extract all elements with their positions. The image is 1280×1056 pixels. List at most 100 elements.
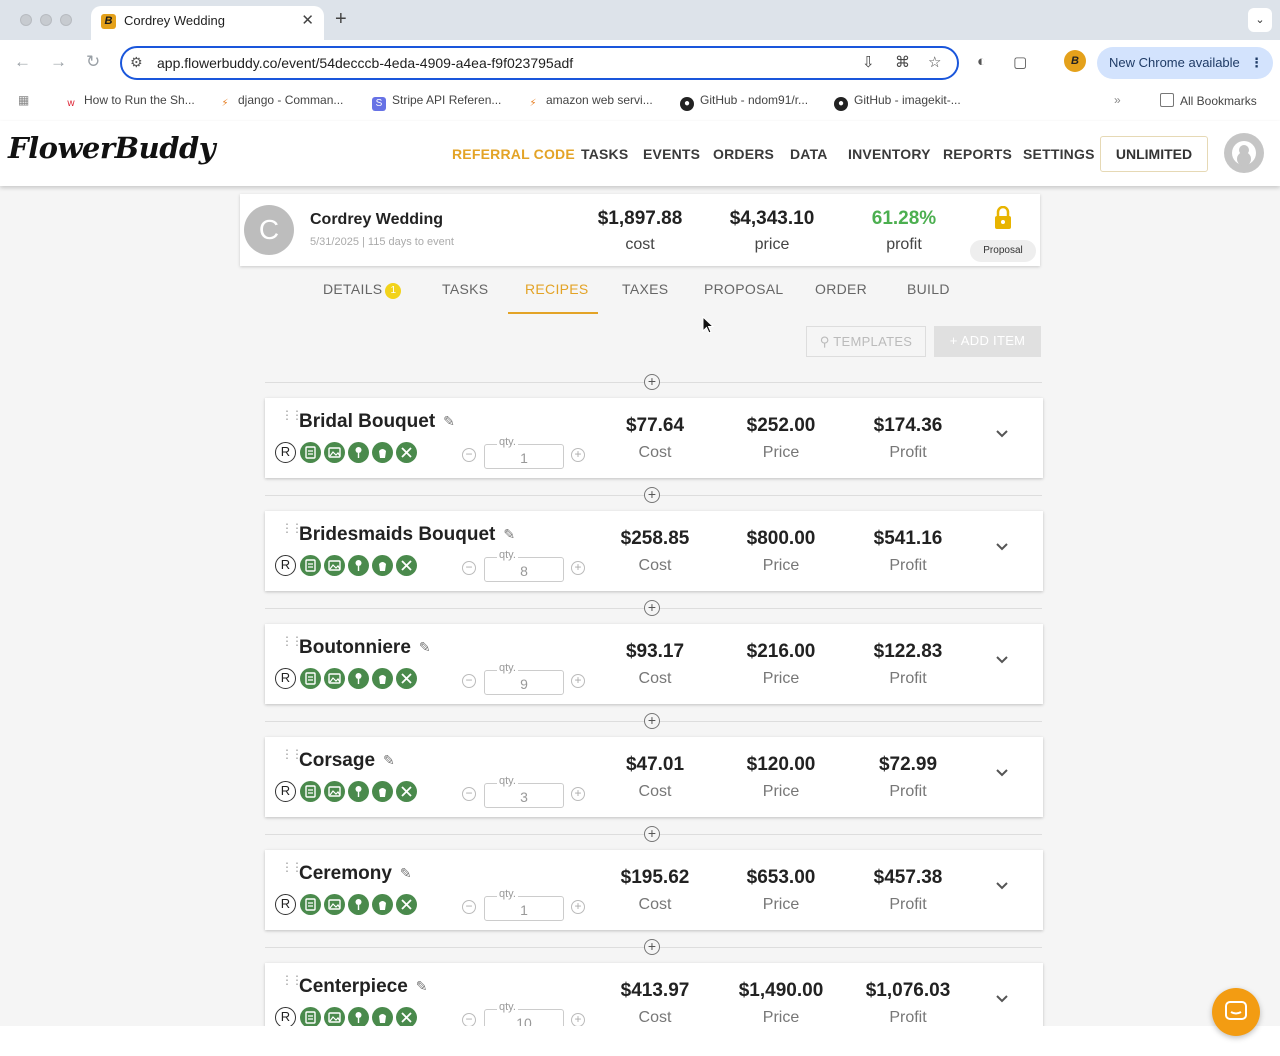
- edit-pencil-icon[interactable]: ✎: [443, 413, 455, 430]
- qty-increase-icon[interactable]: +: [571, 674, 585, 688]
- drag-handle-icon[interactable]: ⋮⋮: [281, 409, 303, 421]
- apps-grid-icon[interactable]: ▦: [18, 93, 29, 107]
- recipe-badge-icon[interactable]: R: [275, 442, 296, 463]
- bookmark-1[interactable]: w How to Run the Sh...: [64, 93, 194, 111]
- image-icon[interactable]: [324, 668, 345, 689]
- insert-item-icon[interactable]: +: [644, 826, 660, 842]
- lock-icon[interactable]: [992, 206, 1014, 230]
- list-icon[interactable]: [300, 1007, 321, 1026]
- browser-tab[interactable]: B Cordrey Wedding ✕: [91, 6, 324, 40]
- nav-orders[interactable]: ORDERS: [713, 146, 774, 162]
- qty-decrease-icon[interactable]: −: [462, 900, 476, 914]
- tab-taxes[interactable]: TAXES: [622, 281, 668, 297]
- tab-build[interactable]: BUILD: [907, 281, 950, 297]
- bookmark-4[interactable]: ⚡ amazon web servi...: [526, 93, 652, 111]
- new-tab-icon[interactable]: +: [335, 8, 347, 31]
- flower-icon[interactable]: [348, 555, 369, 576]
- qty-increase-icon[interactable]: +: [571, 787, 585, 801]
- nav-tasks[interactable]: TASKS: [581, 146, 628, 162]
- qty-increase-icon[interactable]: +: [571, 900, 585, 914]
- vase-icon[interactable]: [372, 894, 393, 915]
- qty-increase-icon[interactable]: +: [571, 561, 585, 575]
- nav-events[interactable]: EVENTS: [643, 146, 700, 162]
- chevron-down-icon[interactable]: [996, 428, 1008, 440]
- tools-icon[interactable]: [396, 442, 417, 463]
- nav-referral-code[interactable]: REFERRAL CODE: [452, 146, 575, 162]
- flower-icon[interactable]: [348, 1007, 369, 1026]
- recipe-card[interactable]: ⋮⋮ Centerpiece ✎ R − qty. 10 + $413.97 Cost $1,490…: [265, 963, 1043, 1026]
- quantity-input[interactable]: qty. 9: [484, 662, 564, 695]
- recipe-card[interactable]: ⋮⋮ Bridesmaids Bouquet ✎ R − qty. 8 + $258.85 Cos…: [265, 511, 1043, 591]
- image-icon[interactable]: [324, 781, 345, 802]
- extensions-puzzle-icon[interactable]: ▢: [1013, 53, 1027, 71]
- nav-data[interactable]: DATA: [790, 146, 828, 162]
- forward-icon[interactable]: →: [50, 52, 67, 72]
- bookmark-6[interactable]: ● GitHub - imagekit-...: [834, 93, 961, 111]
- flowerbuddy-logo[interactable]: FlowerBuddy: [8, 131, 216, 165]
- more-bookmarks-icon[interactable]: »: [1114, 93, 1121, 107]
- image-icon[interactable]: [324, 1007, 345, 1026]
- profile-icon[interactable]: B: [1064, 50, 1086, 72]
- tab-search-icon[interactable]: ⌄: [1248, 8, 1272, 32]
- chevron-down-icon[interactable]: [996, 880, 1008, 892]
- recipe-badge-icon[interactable]: R: [275, 1007, 296, 1026]
- drag-handle-icon[interactable]: ⋮⋮: [281, 522, 303, 534]
- qty-increase-icon[interactable]: +: [571, 448, 585, 462]
- chevron-down-icon[interactable]: [996, 541, 1008, 553]
- image-icon[interactable]: [324, 442, 345, 463]
- edit-pencil-icon[interactable]: ✎: [419, 639, 431, 656]
- chat-support-button[interactable]: [1212, 988, 1260, 1036]
- list-icon[interactable]: [300, 668, 321, 689]
- unlimited-plan-button[interactable]: UNLIMITED: [1100, 136, 1208, 172]
- edit-pencil-icon[interactable]: ✎: [416, 978, 428, 995]
- tab-order[interactable]: ORDER: [815, 281, 867, 297]
- tools-icon[interactable]: [396, 555, 417, 576]
- all-bookmarks[interactable]: All Bookmarks: [1160, 93, 1257, 108]
- nav-inventory[interactable]: INVENTORY: [848, 146, 931, 162]
- tab-recipes[interactable]: RECIPES: [525, 281, 589, 297]
- recipe-badge-icon[interactable]: R: [275, 668, 296, 689]
- insert-item-icon[interactable]: +: [644, 487, 660, 503]
- extension-icon[interactable]: ◐: [977, 53, 986, 70]
- new-chrome-available-button[interactable]: New Chrome available ⋮: [1097, 47, 1273, 79]
- bookmark-star-icon[interactable]: ☆: [928, 53, 941, 71]
- list-icon[interactable]: [300, 442, 321, 463]
- nav-settings[interactable]: SETTINGS: [1023, 146, 1095, 162]
- tools-icon[interactable]: [396, 1007, 417, 1026]
- vase-icon[interactable]: [372, 1007, 393, 1026]
- install-app-icon[interactable]: ⇩: [862, 53, 875, 71]
- insert-item-icon[interactable]: +: [644, 713, 660, 729]
- recipe-badge-icon[interactable]: R: [275, 894, 296, 915]
- recipe-card[interactable]: ⋮⋮ Corsage ✎ R − qty. 3 + $47.01 Cost $120.00 Price…: [265, 737, 1043, 817]
- chrome-menu-icon[interactable]: ⋮: [1250, 47, 1263, 79]
- bookmark-2[interactable]: ⚡ django - Comman...: [218, 93, 343, 111]
- bookmark-5[interactable]: ● GitHub - ndom91/r...: [680, 93, 808, 111]
- maximize-window-button[interactable]: [60, 14, 72, 26]
- tools-icon[interactable]: [396, 781, 417, 802]
- vase-icon[interactable]: [372, 555, 393, 576]
- qty-decrease-icon[interactable]: −: [462, 674, 476, 688]
- insert-item-icon[interactable]: +: [644, 939, 660, 955]
- list-icon[interactable]: [300, 894, 321, 915]
- tools-icon[interactable]: [396, 894, 417, 915]
- recipe-card[interactable]: ⋮⋮ Bridal Bouquet ✎ R − qty. 1 + $77.64 Cost $252.…: [265, 398, 1043, 478]
- flower-icon[interactable]: [348, 442, 369, 463]
- vase-icon[interactable]: [372, 781, 393, 802]
- quantity-input[interactable]: qty. 1: [484, 888, 564, 921]
- flower-icon[interactable]: [348, 668, 369, 689]
- qty-increase-icon[interactable]: +: [571, 1013, 585, 1026]
- site-settings-icon[interactable]: ⚙: [130, 54, 143, 71]
- user-avatar[interactable]: [1224, 133, 1264, 173]
- vase-icon[interactable]: [372, 442, 393, 463]
- translate-icon[interactable]: ⌘: [895, 53, 910, 71]
- address-bar[interactable]: ⚙ app.flowerbuddy.co/event/54decccb-4eda…: [120, 46, 959, 80]
- close-window-button[interactable]: [20, 14, 32, 26]
- quantity-input[interactable]: qty. 3: [484, 775, 564, 808]
- chevron-down-icon[interactable]: [996, 654, 1008, 666]
- insert-item-icon[interactable]: +: [644, 374, 660, 390]
- recipe-badge-icon[interactable]: R: [275, 555, 296, 576]
- edit-pencil-icon[interactable]: ✎: [503, 526, 515, 543]
- flower-icon[interactable]: [348, 781, 369, 802]
- back-icon[interactable]: ←: [14, 52, 31, 72]
- bookmark-3[interactable]: S Stripe API Referen...: [372, 93, 501, 111]
